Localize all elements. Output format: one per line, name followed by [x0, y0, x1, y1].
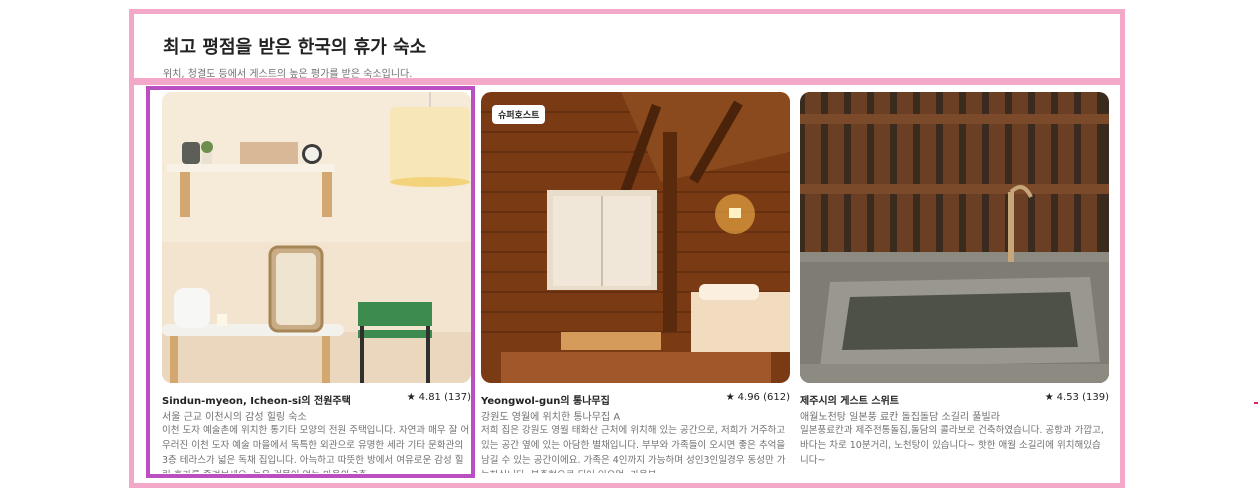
listing-card[interactable]: Sindun-myeon, Icheon-si의 전원주택 ★ 4.81 (137… — [162, 92, 471, 477]
listing-card[interactable]: 슈퍼호스트 Yeongwol-gun의 통나무집 ★ 4.96 (612) 강원도… — [481, 92, 790, 477]
superhost-badge: 슈퍼호스트 — [492, 105, 546, 124]
listing-rating: ★ 4.81 (137) — [407, 392, 471, 403]
section-subtitle: 위치, 청결도 등에서 게스트의 높은 평가를 받은 숙소입니다. — [163, 69, 413, 80]
listing-description: 저희 집은 강원도 영월 태화산 근처에 위치해 있는 공간으로, 저희가 거주… — [481, 425, 786, 473]
listing-photo[interactable] — [162, 92, 471, 383]
review-count: (139) — [1082, 392, 1109, 403]
edge-marker — [1254, 402, 1258, 404]
star-icon: ★ — [725, 392, 735, 403]
listing-subtitle: 서울 근교 이천시의 감성 힐링 숙소 — [162, 412, 307, 423]
listing-photo[interactable]: 슈퍼호스트 — [481, 92, 790, 383]
listing-subtitle: 애월노천탕 일본풍 료칸 돌집돌담 소길리 풀빌라 — [800, 412, 1000, 423]
review-count: (137) — [444, 392, 471, 403]
section-header: 최고 평점을 받은 한국의 휴가 숙소 위치, 청결도 등에서 게스트의 높은 … — [129, 9, 1125, 83]
listing-title[interactable]: Yeongwol-gun의 통나무집 — [481, 392, 706, 407]
listing-rating: ★ 4.96 (612) — [726, 392, 790, 403]
rating-value: 4.81 — [418, 392, 441, 403]
listing-photo[interactable] — [800, 92, 1109, 383]
star-icon: ★ — [406, 392, 416, 403]
rating-value: 4.96 — [737, 392, 760, 403]
rating-value: 4.53 — [1056, 392, 1079, 403]
listing-title[interactable]: Sindun-myeon, Icheon-si의 전원주택 — [162, 392, 387, 407]
listing-subtitle: 강원도 영월에 위치한 통나무집 A — [481, 412, 621, 423]
listing-card[interactable]: 제주시의 게스트 스위트 ★ 4.53 (139) 애월노천탕 일본풍 료칸 돌집… — [800, 92, 1109, 477]
listing-rating: ★ 4.53 (139) — [1045, 392, 1109, 403]
section-title: 최고 평점을 받은 한국의 휴가 숙소 — [163, 37, 427, 58]
listing-description: 이천 도자 예술촌에 위치한 통기타 모양의 전원 주택입니다. 자연과 매우 … — [162, 425, 470, 473]
listing-title[interactable]: 제주시의 게스트 스위트 — [800, 392, 1025, 407]
listing-description: 일본풍료칸과 제주전통돌집,돌담의 콜라보로 건축하였습니다. 공항과 가깝고,… — [800, 425, 1104, 466]
review-count: (612) — [763, 392, 790, 403]
star-icon: ★ — [1044, 392, 1054, 403]
